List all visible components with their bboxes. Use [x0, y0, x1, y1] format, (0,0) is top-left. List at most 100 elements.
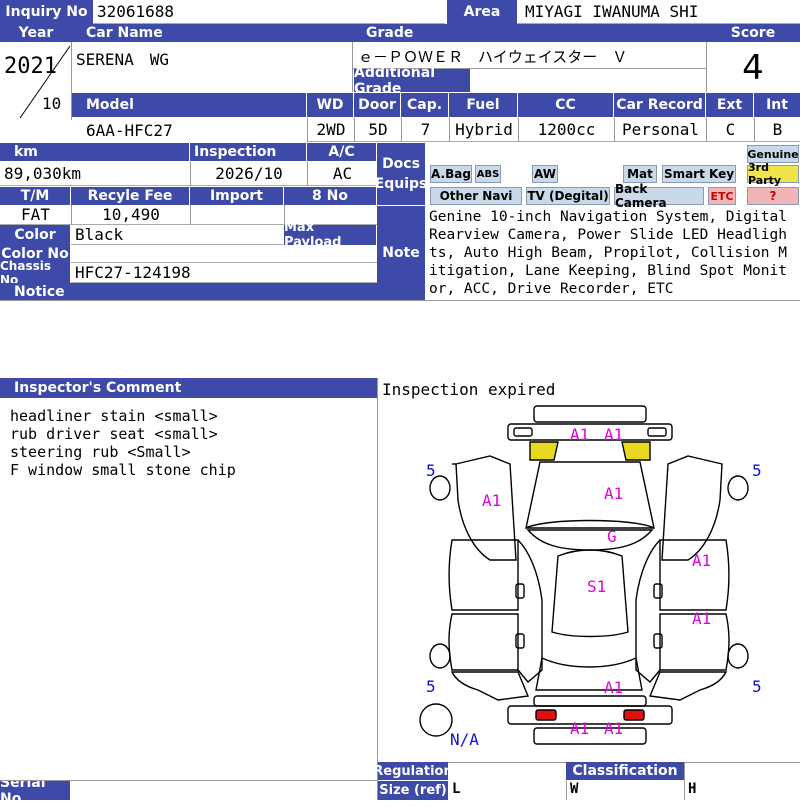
ac-value: AC	[307, 162, 377, 186]
comment-line: steering rub <Small>	[10, 443, 191, 461]
car-name-value: SERENA WG	[76, 50, 170, 69]
damage-mark: A1	[604, 678, 624, 697]
size-label: Size (ref)	[378, 781, 448, 800]
cc-label: CC	[518, 93, 613, 117]
inspector-comments: headliner stain <small> rub driver seat …	[10, 407, 370, 479]
month-value: 10	[42, 94, 62, 113]
area-label: Area	[447, 0, 517, 24]
damage-mark: A1	[570, 425, 590, 444]
wd-label: WD	[307, 93, 353, 117]
inquiry-label: Inquiry No	[0, 0, 93, 24]
inspection-value: 2026/10	[190, 162, 307, 186]
divider	[684, 762, 685, 800]
grade-label: Grade	[352, 24, 706, 42]
ac-label: A/C	[307, 143, 376, 161]
inquiry-value: 32061688	[93, 0, 445, 24]
size-h-label: H	[688, 781, 697, 797]
color-label: Color	[0, 225, 70, 245]
door-label: Door	[354, 93, 400, 117]
inspection-status: Inspection expired	[382, 380, 556, 399]
fuel-value: Hybrid	[449, 118, 518, 142]
fuel-label: Fuel	[449, 93, 517, 117]
area-value: MIYAGI IWANUMA SHI	[517, 0, 800, 24]
tm-value: FAT	[0, 205, 71, 225]
comment-line: headliner stain <small>	[10, 407, 218, 425]
damage-mark: A1	[482, 491, 502, 510]
year-label: Year	[0, 24, 72, 42]
max-payload-label: Max Payload	[284, 220, 376, 250]
import-label: Import	[190, 187, 283, 205]
divider	[566, 781, 567, 800]
badge-unknown: ?	[747, 187, 799, 205]
wd-value: 2WD	[307, 118, 354, 142]
badge-back-camera: Back Camera	[614, 182, 704, 210]
regulation-label: Regulation	[373, 762, 453, 780]
size-l-label: L	[452, 781, 461, 797]
badge-mat: Mat	[623, 165, 657, 183]
model-label: Model	[72, 93, 306, 117]
badge-etc: ETC	[708, 187, 736, 205]
km-value: 89,030km	[0, 162, 190, 186]
spare-tire-value: N/A	[450, 730, 479, 749]
damage-mark: A1	[570, 719, 590, 738]
chassis-value: HFC27-124198	[71, 263, 377, 283]
divider	[0, 780, 377, 781]
additional-grade-label: Additional Grade	[354, 65, 470, 97]
badge-3rd-party: 3rd Party	[747, 161, 799, 187]
badge-smart-key: Smart Key	[662, 165, 736, 183]
int-value: B	[754, 118, 800, 142]
divider	[352, 42, 353, 92]
tire-depth: 5	[752, 461, 762, 480]
badge-abs: ABS	[475, 165, 501, 183]
damage-mark: A1	[692, 551, 712, 570]
color-no-value	[71, 245, 377, 263]
recycle-fee-label: Recyle Fee	[71, 187, 189, 205]
badge-other-navi: Other Navi	[430, 187, 522, 205]
year-value: 2021	[4, 54, 57, 79]
tm-label: T/M	[0, 187, 70, 205]
cap-value: 7	[401, 118, 449, 142]
classification-label: Classification	[566, 762, 684, 780]
score-value: 4	[742, 48, 764, 88]
comment-line: F window small stone chip	[10, 461, 236, 479]
docs-label: Docs	[382, 156, 420, 172]
comment-line: rub driver seat <small>	[10, 425, 218, 443]
door-value: 5D	[354, 118, 401, 142]
model-value: 6AA-HFC27	[86, 121, 173, 140]
no8-label: 8 No	[284, 187, 376, 205]
color-value: Black	[71, 225, 283, 245]
inspector-label: Inspector's Comment	[0, 378, 377, 398]
tire-depth: 5	[426, 461, 436, 480]
chassis-label: Chassis No	[0, 259, 70, 287]
damage-mark: S1	[587, 577, 607, 596]
equips-label: Equips	[374, 176, 428, 192]
car-record-label: Car Record	[614, 93, 705, 117]
note-label: Note	[377, 206, 425, 300]
import-value	[190, 205, 284, 225]
damage-mark: A1	[604, 425, 624, 444]
damage-mark: G	[607, 527, 617, 546]
inspection-label: Inspection	[190, 143, 306, 161]
ext-label: Ext	[706, 93, 753, 117]
docs-equips-label: Docs Equips	[374, 143, 428, 205]
int-label: Int	[754, 93, 800, 117]
badge-airbag: A.Bag	[430, 165, 472, 183]
damage-mark: A1	[604, 484, 624, 503]
cc-value: 1200cc	[518, 118, 614, 142]
ext-value: C	[706, 118, 754, 142]
serial-label: Serial No	[0, 775, 70, 807]
car-name-label: Car Name	[72, 24, 352, 42]
score-label: Score	[706, 24, 800, 42]
cap-label: Cap.	[401, 93, 448, 117]
tire-depth: 5	[426, 677, 436, 696]
note-text: Genine 10-inch Navigation System, Digita…	[429, 209, 787, 297]
size-w-label: W	[570, 781, 579, 797]
notice-label: Notice	[0, 283, 377, 301]
recycle-fee-value: 10,490	[71, 205, 190, 225]
badge-tv-digital: TV (Degital)	[526, 187, 610, 205]
km-label: km	[0, 143, 189, 161]
damage-mark: A1	[692, 609, 712, 628]
divider	[0, 300, 800, 301]
car-record-value: Personal	[614, 118, 706, 142]
damage-mark: A1	[604, 719, 624, 738]
